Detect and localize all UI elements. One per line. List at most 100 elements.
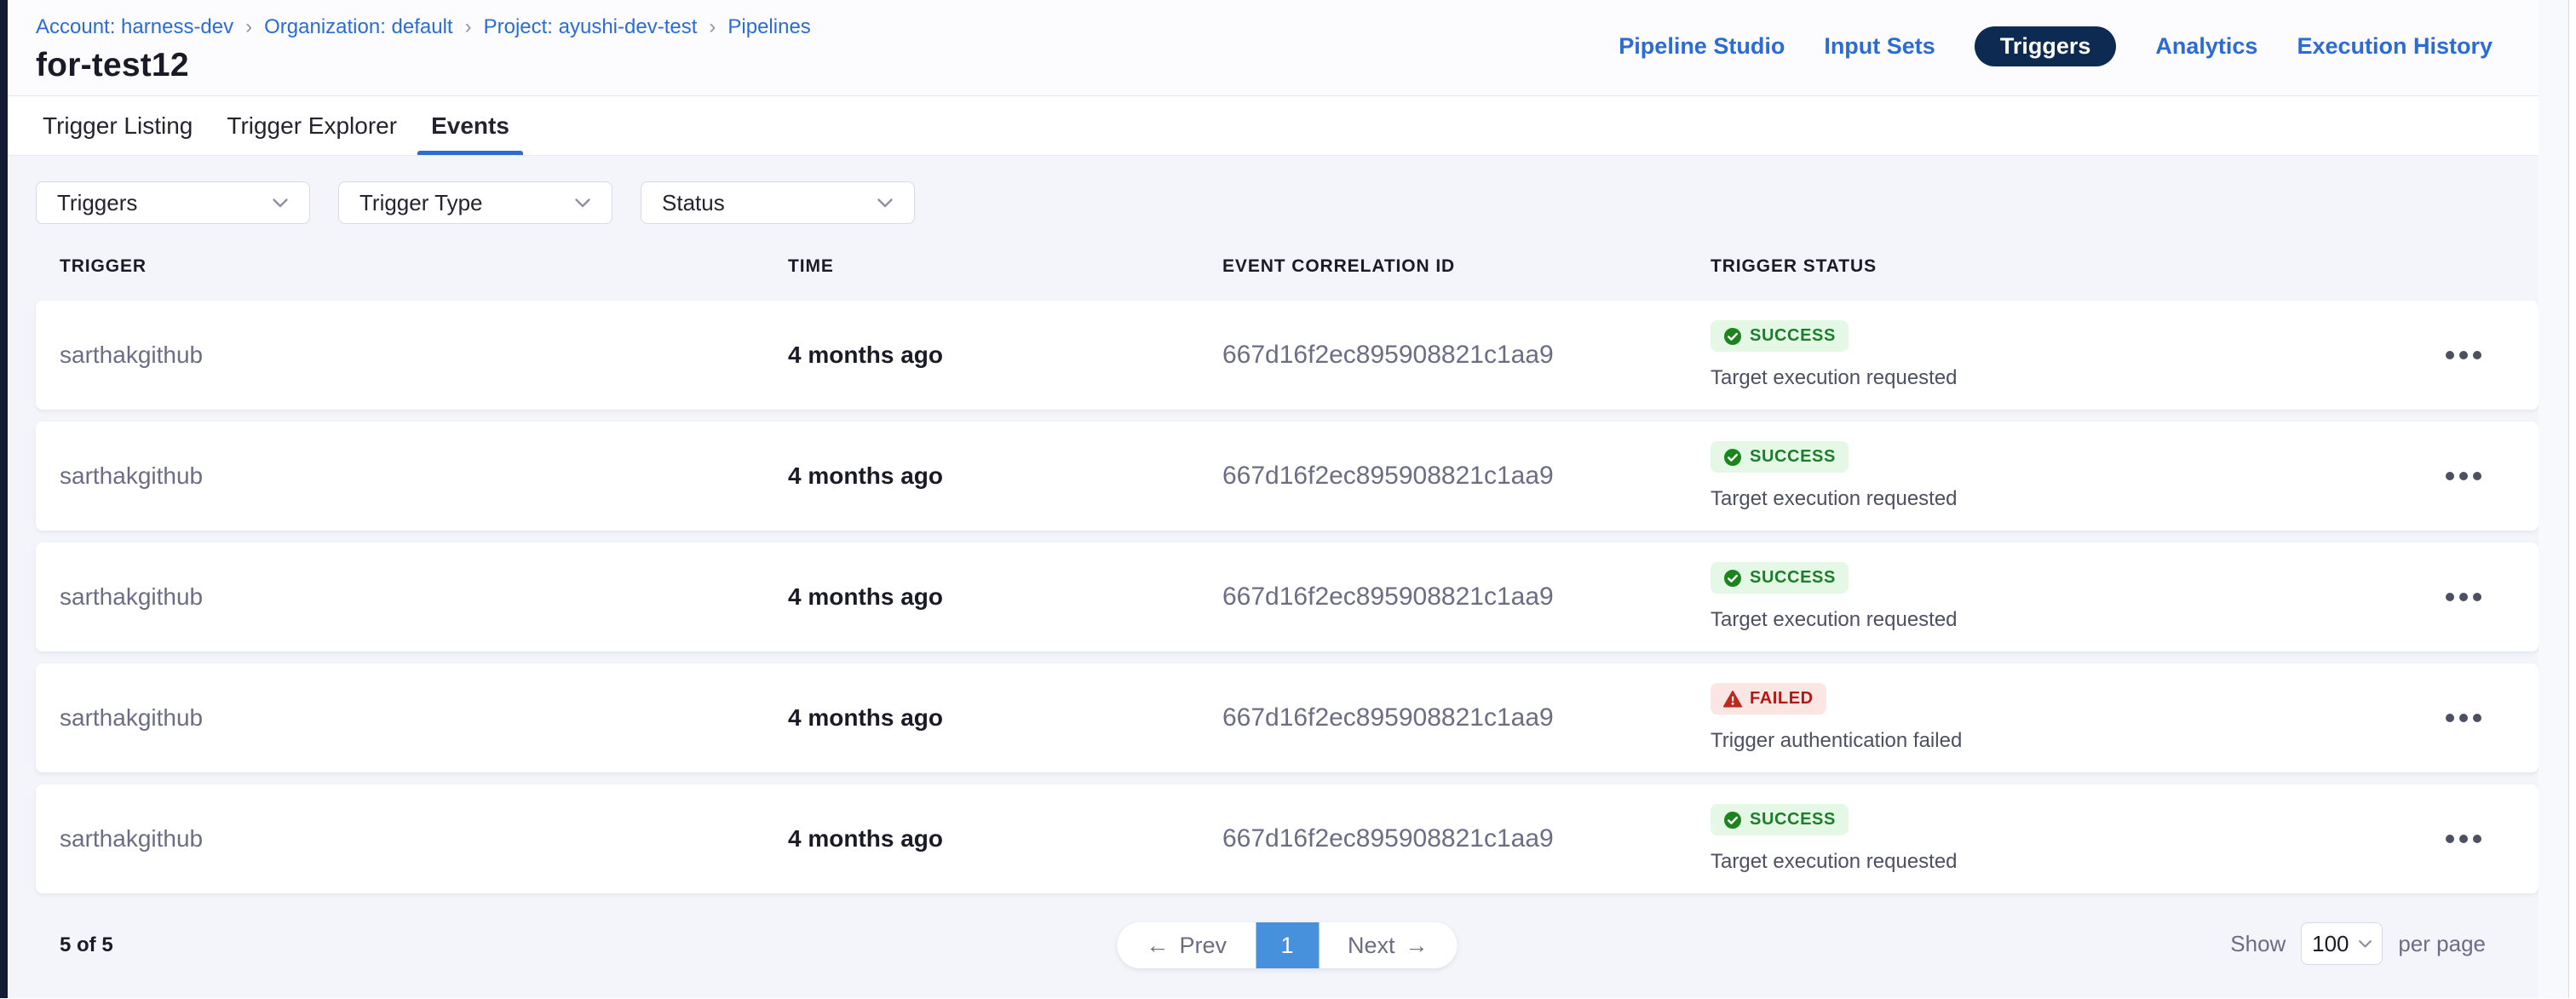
breadcrumb-project-link[interactable]: Project: ayushi-dev-test xyxy=(484,15,698,39)
scrollbar-gutter[interactable] xyxy=(2539,0,2576,998)
table-row[interactable]: sarthakgithub 4 months ago 667d16f2ec895… xyxy=(36,784,2539,893)
event-correlation-id: 667d16f2ec895908821c1aa9 xyxy=(1222,462,1554,490)
event-time: 4 months ago xyxy=(788,462,943,489)
events-table: sarthakgithub 4 months ago 667d16f2ec895… xyxy=(36,301,2539,893)
next-page-button[interactable]: Next → xyxy=(1319,922,1458,968)
warning-triangle-icon xyxy=(1723,690,1742,709)
event-correlation-id: 667d16f2ec895908821c1aa9 xyxy=(1222,341,1554,369)
events-content: Triggers Trigger Type Status xyxy=(8,155,2539,999)
page-size-control: Show 100 per page xyxy=(2230,922,2486,965)
column-header-event-correlation-id: EVENT CORRELATION ID xyxy=(1222,256,1711,277)
status-label: SUCCESS xyxy=(1750,326,1836,346)
more-options-button[interactable] xyxy=(2437,342,2490,368)
status-label: SUCCESS xyxy=(1750,447,1836,467)
breadcrumb-organization-link[interactable]: Organization: default xyxy=(264,15,452,39)
event-correlation-id: 667d16f2ec895908821c1aa9 xyxy=(1222,583,1554,611)
pagination-bar: 5 of 5 ← Prev 1 Next → Show 100 xyxy=(36,893,2539,999)
trigger-name: sarthakgithub xyxy=(60,583,203,610)
trigger-status-cell: SUCCESS Target execution requested xyxy=(1711,422,2412,531)
table-header-row: TRIGGER TIME EVENT CORRELATION ID TRIGGE… xyxy=(36,248,2539,285)
app-root: Account: harness-dev › Organization: def… xyxy=(0,0,2576,998)
nav-pipeline-studio[interactable]: Pipeline Studio xyxy=(1619,33,1785,60)
filters-bar: Triggers Trigger Type Status xyxy=(36,181,2539,224)
event-time: 4 months ago xyxy=(788,704,943,731)
table-row[interactable]: sarthakgithub 4 months ago 667d16f2ec895… xyxy=(36,663,2539,772)
chevron-right-icon: › xyxy=(245,15,252,39)
more-options-button[interactable] xyxy=(2437,584,2490,610)
table-row[interactable]: sarthakgithub 4 months ago 667d16f2ec895… xyxy=(36,543,2539,652)
arrow-right-icon: → xyxy=(1406,933,1429,959)
page-size-value: 100 xyxy=(2312,931,2349,957)
per-page-label: per page xyxy=(2398,931,2486,957)
filter-trigger-type-label: Trigger Type xyxy=(359,190,483,216)
chevron-right-icon: › xyxy=(709,15,716,39)
status-label: SUCCESS xyxy=(1750,810,1836,830)
side-nav-edge xyxy=(0,0,8,998)
check-circle-icon xyxy=(1723,569,1742,588)
chevron-down-icon xyxy=(877,198,894,209)
check-circle-icon xyxy=(1723,327,1742,346)
chevron-down-icon xyxy=(574,198,591,209)
event-time: 4 months ago xyxy=(788,342,943,368)
trigger-status-cell: SUCCESS Target execution requested xyxy=(1711,301,2412,410)
trigger-status-cell: SUCCESS Target execution requested xyxy=(1711,543,2412,652)
trigger-name: sarthakgithub xyxy=(60,825,203,852)
page-header: Account: harness-dev › Organization: def… xyxy=(8,0,2539,95)
column-header-trigger-status: TRIGGER STATUS xyxy=(1711,256,2412,277)
nav-input-sets[interactable]: Input Sets xyxy=(1824,33,1935,60)
tab-trigger-listing[interactable]: Trigger Listing xyxy=(29,96,206,155)
status-message: Target execution requested xyxy=(1711,487,2412,511)
nav-execution-history[interactable]: Execution History xyxy=(2297,33,2493,60)
tab-bar: Trigger Listing Trigger Explorer Events xyxy=(8,95,2539,155)
more-options-button[interactable] xyxy=(2437,826,2490,852)
prev-page-button[interactable]: ← Prev xyxy=(1117,922,1256,968)
next-page-label: Next xyxy=(1348,933,1395,959)
pipeline-nav: Pipeline Studio Input Sets Triggers Anal… xyxy=(1619,26,2493,66)
tab-trigger-explorer[interactable]: Trigger Explorer xyxy=(213,96,411,155)
filter-trigger-type-dropdown[interactable]: Trigger Type xyxy=(338,181,612,224)
status-badge: SUCCESS xyxy=(1711,562,1849,594)
breadcrumb-pipelines-link[interactable]: Pipelines xyxy=(727,15,810,39)
trigger-name: sarthakgithub xyxy=(60,462,203,489)
page-size-dropdown[interactable]: 100 xyxy=(2301,922,2383,965)
filter-triggers-label: Triggers xyxy=(57,190,137,216)
trigger-status-cell: SUCCESS Target execution requested xyxy=(1711,784,2412,893)
page-number-1[interactable]: 1 xyxy=(1256,922,1319,968)
status-badge: SUCCESS xyxy=(1711,804,1849,835)
nav-triggers[interactable]: Triggers xyxy=(1975,26,2117,66)
filter-status-dropdown[interactable]: Status xyxy=(641,181,915,224)
status-badge: FAILED xyxy=(1711,683,1826,715)
check-circle-icon xyxy=(1723,448,1742,467)
table-row[interactable]: sarthakgithub 4 months ago 667d16f2ec895… xyxy=(36,301,2539,410)
event-time: 4 months ago xyxy=(788,825,943,852)
chevron-right-icon: › xyxy=(465,15,472,39)
table-row[interactable]: sarthakgithub 4 months ago 667d16f2ec895… xyxy=(36,422,2539,531)
results-count: 5 of 5 xyxy=(60,933,113,957)
column-header-trigger: TRIGGER xyxy=(60,256,788,277)
trigger-name: sarthakgithub xyxy=(60,342,203,368)
pager: ← Prev 1 Next → xyxy=(1117,922,1457,968)
status-badge: SUCCESS xyxy=(1711,441,1849,473)
event-correlation-id: 667d16f2ec895908821c1aa9 xyxy=(1222,824,1554,853)
chevron-down-icon xyxy=(2358,939,2372,949)
nav-analytics[interactable]: Analytics xyxy=(2155,33,2257,60)
status-label: FAILED xyxy=(1750,689,1814,709)
filter-status-label: Status xyxy=(662,190,725,216)
tab-events[interactable]: Events xyxy=(417,96,523,155)
more-options-button[interactable] xyxy=(2437,463,2490,489)
trigger-name: sarthakgithub xyxy=(60,704,203,731)
status-message: Target execution requested xyxy=(1711,608,2412,632)
breadcrumb-account-link[interactable]: Account: harness-dev xyxy=(36,15,233,39)
status-message: Trigger authentication failed xyxy=(1711,729,2412,753)
arrow-left-icon: ← xyxy=(1146,933,1169,959)
show-label: Show xyxy=(2230,931,2286,957)
check-circle-icon xyxy=(1723,811,1742,830)
status-badge: SUCCESS xyxy=(1711,320,1849,352)
trigger-status-cell: FAILED Trigger authentication failed xyxy=(1711,663,2412,772)
filter-triggers-dropdown[interactable]: Triggers xyxy=(36,181,310,224)
prev-page-label: Prev xyxy=(1179,933,1227,959)
chevron-down-icon xyxy=(272,198,289,209)
more-options-button[interactable] xyxy=(2437,705,2490,731)
main-area: Account: harness-dev › Organization: def… xyxy=(8,0,2539,998)
status-message: Target execution requested xyxy=(1711,366,2412,390)
